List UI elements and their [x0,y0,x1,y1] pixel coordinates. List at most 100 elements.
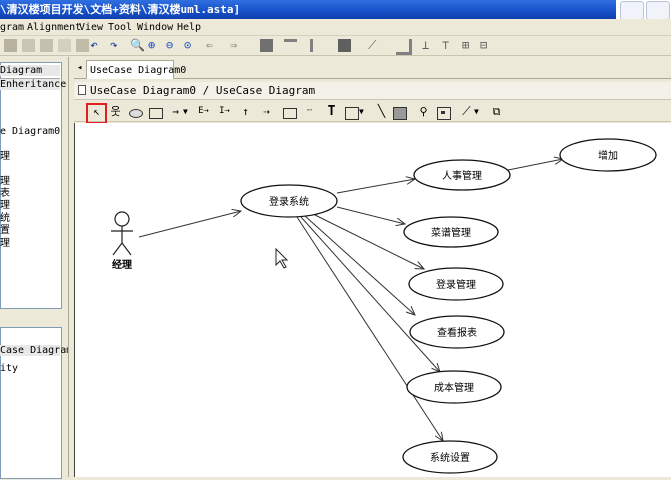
clipboard-icon[interactable] [58,39,71,52]
layout-icon[interactable]: ⊞ [462,39,475,52]
associations [138,159,563,441]
tree-item[interactable]: 置 [0,225,10,236]
properties-tab[interactable]: Case Diagram0 [0,345,78,356]
actor-manager[interactable]: 经理 [111,211,133,271]
tab-inheritance[interactable]: Enheritance [0,78,66,90]
usecase-diagram: 经理 登录系统 人事管理 增加 菜谱管理 登录管理 查看报表 成本管理 系统设置 [111,138,657,474]
tab-menu-icon[interactable]: ◂ [77,63,82,73]
window-controls [616,0,671,20]
association-line[interactable] [304,215,415,315]
tree-item[interactable]: 理 [0,176,10,187]
bring-front-tool-icon[interactable]: ⧉ [487,103,506,122]
arrange-icon[interactable]: ⊟ [480,39,493,52]
line-style-icon[interactable]: ⟋ [368,39,381,52]
tree-item[interactable]: e Diagram0 [0,126,60,137]
line-tool-icon[interactable]: ╲ [372,103,391,122]
window-title: \清汉楼项目开发\文档+资料\清汉楼uml.asta] [0,3,241,16]
property-item: ity [0,363,19,374]
include-tool-icon[interactable]: I⇢ [215,103,234,122]
usecase-label: 菜谱管理 [431,226,471,239]
usecase-login-system[interactable]: 登录系统 [240,184,338,218]
usecase-login-mgmt[interactable]: 登录管理 [408,267,504,301]
diagram-path: UseCase Diagram0 / UseCase Diagram [90,84,316,97]
usecase-cost[interactable]: 成本管理 [406,370,502,404]
tab-usecase-diagram[interactable]: UseCase Diagram0 [86,60,186,79]
align-left-icon[interactable] [310,39,326,52]
usecase-label: 登录系统 [269,195,309,208]
tab-label: UseCase Diagram0 [90,65,187,76]
usecase-tool-icon[interactable] [126,103,145,122]
hierarchy-icon[interactable]: ⊤ [442,39,455,52]
redo-icon[interactable]: ↷ [110,39,123,52]
tree-item[interactable]: 理 [0,151,10,162]
menu-alignment[interactable]: Alignment [27,21,81,34]
menu-window[interactable]: Window [137,21,173,34]
back-arrow-icon[interactable]: ⇐ [206,39,219,52]
main-toolbar: ↶ ↷ 🔍 ⊕ ⊖ ⊙ ⇐ ⇒ ⟋ ⊥ ⊤ ⊞ ⊟ [0,36,671,56]
actor-label: 经理 [112,258,132,271]
usecase-settings[interactable]: 系统设置 [402,440,498,474]
left-pane: Diagram Enheritance e Diagram0 理 理 表 理 统… [0,57,78,479]
tree-item[interactable]: 理 [0,238,10,249]
copy-icon[interactable] [22,39,35,52]
usecase-hr[interactable]: 人事管理 [413,159,511,191]
association-line[interactable] [336,179,415,194]
properties-panel: Case Diagram0 ity [0,327,78,479]
maximize-button[interactable] [646,1,670,20]
title-bar: \清汉楼项目开发\文档+资料\清汉楼uml.asta] [0,0,671,20]
diagram-canvas[interactable]: 经理 登录系统 人事管理 增加 菜谱管理 登录管理 查看报表 成本管理 系统设置 [74,123,671,477]
diagram-toolbar: ↖ 웃 → ▼ E⇢ I⇢ ↑ ⇢ ┈ T ▼ ╲ ⚲ ⟋ ▼ ⧉ [74,101,671,124]
tree-item[interactable]: 表 [0,188,10,199]
actor-tool-icon[interactable]: 웃 [106,103,125,122]
frame-tool-icon[interactable] [434,103,453,122]
editor-tab-bar: ◂ UseCase Diagram0 [74,57,671,79]
undo-icon[interactable]: ↶ [90,39,103,52]
extend-tool-icon[interactable]: E⇢ [194,103,213,122]
select-tool-icon[interactable]: ↖ [86,103,107,124]
zoom-out-icon[interactable]: ⊖ [166,39,179,52]
tree-item[interactable]: 理 [0,200,10,211]
pin-tool-icon[interactable]: ⚲ [414,103,433,122]
tree-layout-icon[interactable]: ⊥ [422,39,435,52]
association-line[interactable] [336,206,405,224]
forward-arrow-icon[interactable]: ⇒ [230,39,243,52]
usecase-add[interactable]: 增加 [559,138,657,172]
text-tool-icon[interactable]: T [322,103,341,122]
delete-icon[interactable] [76,39,89,52]
usecase-label: 登录管理 [436,278,476,291]
tree-item[interactable]: 统 [0,213,10,224]
menu-tool[interactable]: Tool [108,21,132,34]
image-tool-icon[interactable] [390,103,409,122]
association-line[interactable] [138,211,241,238]
menu-help[interactable]: Help [177,21,201,34]
note-tool-icon[interactable] [280,103,299,122]
diagram-title-bar: UseCase Diagram0 / UseCase Diagram [74,82,671,100]
mouse-cursor-icon [275,247,289,269]
zoom-icon[interactable]: 🔍 [130,39,145,52]
usecase-label: 增加 [598,149,618,162]
grid-icon[interactable] [260,39,273,52]
paste-icon[interactable] [4,39,17,52]
usecase-label: 成本管理 [434,381,474,394]
note-anchor-tool-icon[interactable]: ┈ [300,103,319,122]
menu-diagram[interactable]: gram [0,21,24,34]
fill-color-icon[interactable] [338,39,351,52]
project-tree-panel: Diagram Enheritance e Diagram0 理 理 表 理 统… [0,62,66,309]
zoom-in-icon[interactable]: ⊕ [148,39,161,52]
association-line[interactable] [507,159,563,171]
zoom-fit-icon[interactable]: ⊙ [184,39,197,52]
usecase-report[interactable]: 查看报表 [409,315,505,349]
tab-diagram[interactable]: Diagram [0,65,60,76]
dependency-tool-icon[interactable]: ⇢ [257,103,276,122]
usecase-menu-mgmt[interactable]: 菜谱管理 [403,216,499,248]
usecase-label: 系统设置 [430,451,470,464]
usecase-label: 人事管理 [442,169,482,182]
connector-icon[interactable] [396,39,412,55]
generalization-tool-icon[interactable]: ↑ [236,103,255,122]
minimize-button[interactable] [620,1,644,20]
package-tool-icon[interactable] [146,103,165,122]
menu-view[interactable]: View [79,21,103,34]
align-top-icon[interactable] [284,39,297,55]
association-line[interactable] [314,214,424,269]
cut-icon[interactable] [40,39,53,52]
